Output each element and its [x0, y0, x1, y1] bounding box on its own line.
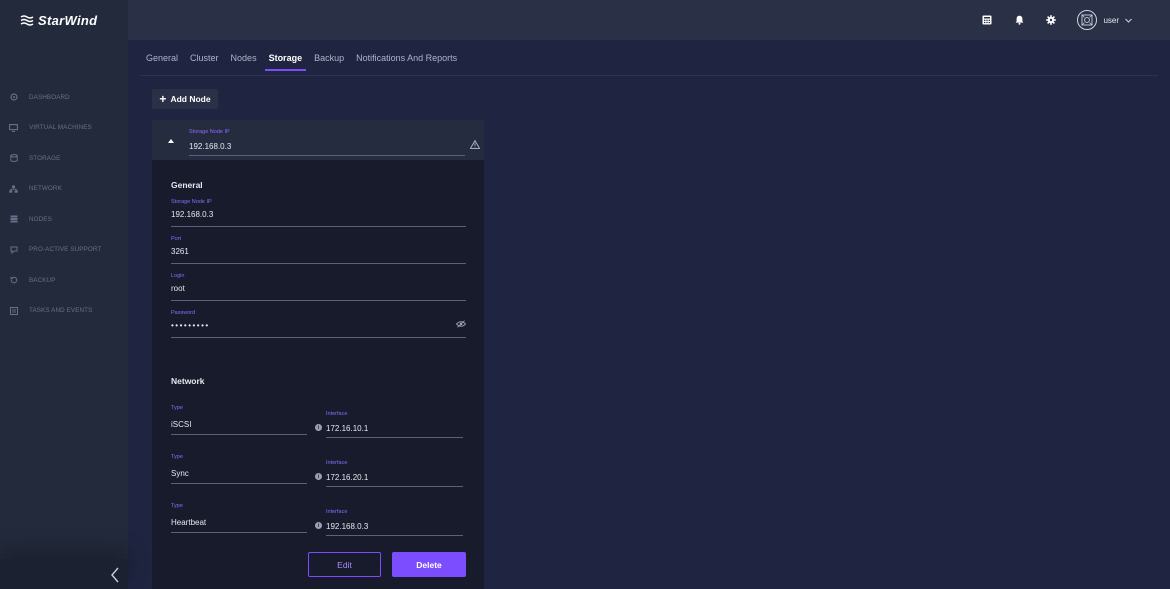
field-label: Password	[171, 310, 196, 316]
field-value: 192.168.0.3	[326, 522, 369, 531]
field-label: Login	[171, 273, 185, 279]
sidebar-item-network[interactable]: NETWORK	[0, 174, 128, 205]
storage-node-ip-field[interactable]: Storage Node IP 192.168.0.3	[171, 199, 466, 227]
field-label: Interface	[326, 509, 348, 515]
port-field[interactable]: Port 3261	[171, 236, 466, 264]
tab-cluster[interactable]: Cluster	[190, 53, 219, 70]
password-field[interactable]: Password •••••••••	[171, 310, 466, 338]
app-name: StarWind	[38, 12, 98, 28]
header-storage-node-ip-field[interactable]: Storage Node IP 192.168.0.3	[189, 129, 465, 156]
field-value: iSCSI	[171, 420, 192, 429]
network-type-field-iscsi[interactable]: Type iSCSI	[171, 405, 307, 435]
sidebar-item-tasks-and-events[interactable]: TASKS AND EVENTS	[0, 296, 128, 327]
info-icon[interactable]: i	[315, 473, 322, 480]
field-label: Type	[171, 405, 183, 411]
avatar	[1077, 10, 1098, 30]
top-bar-actions: user	[981, 0, 1170, 40]
bell-icon[interactable]	[1013, 14, 1025, 26]
sidebar-item-label: NETWORK	[29, 185, 62, 193]
logo-waves-icon	[20, 15, 34, 26]
virtual-machines-icon	[9, 123, 18, 132]
chevron-down-icon	[1125, 18, 1132, 23]
sidebar-item-storage[interactable]: STORAGE	[0, 143, 128, 174]
backup-icon	[9, 276, 18, 285]
field-value: 3261	[171, 247, 189, 256]
sidebar-item-pro-active-support[interactable]: PRO-ACTIVE SUPPORT	[0, 235, 128, 266]
info-icon[interactable]: i	[315, 522, 322, 529]
support-icon	[9, 245, 18, 254]
sidebar-item-label: DASHBOARD	[29, 93, 70, 101]
network-type-field-sync[interactable]: Type Sync	[171, 454, 307, 484]
field-label: Interface	[326, 460, 348, 466]
sidebar-item-label: PRO-ACTIVE SUPPORT	[29, 246, 102, 254]
field-label: Storage Node IP	[171, 199, 212, 205]
top-bar: user	[128, 0, 1170, 40]
storage-node-panel: Storage Node IP 192.168.0.3 General Stor…	[152, 120, 484, 589]
network-section-title: Network	[171, 376, 205, 386]
field-value: 172.16.10.1	[326, 424, 369, 433]
tab-general[interactable]: General	[146, 53, 178, 70]
sidebar-item-label: TASKS AND EVENTS	[29, 307, 93, 315]
warning-icon	[470, 140, 480, 149]
collapse-caret-icon[interactable]	[168, 139, 174, 143]
field-value: 172.16.20.1	[326, 473, 369, 482]
field-value: Heartbeat	[171, 518, 207, 527]
sidebar-item-label: BACKUP	[29, 276, 56, 284]
field-label: Interface	[326, 411, 348, 417]
tab-nodes[interactable]: Nodes	[231, 53, 257, 70]
tab-notifications-and-reports[interactable]: Notifications And Reports	[356, 53, 457, 70]
login-field[interactable]: Login root	[171, 273, 466, 301]
storage-icon	[9, 154, 18, 163]
user-name: user	[1103, 15, 1119, 25]
sidebar-item-label: VIRTUAL MACHINES	[29, 124, 92, 132]
field-value: 192.168.0.3	[171, 210, 214, 219]
add-node-label: Add Node	[170, 94, 211, 104]
network-interface-field-sync[interactable]: Interface 172.16.20.1	[326, 460, 463, 487]
info-icon[interactable]: i	[315, 424, 322, 431]
sidebar-item-nodes[interactable]: NODES	[0, 204, 128, 235]
delete-button[interactable]: Delete	[392, 552, 466, 577]
field-value: Sync	[171, 469, 189, 478]
field-label: Type	[171, 503, 183, 509]
general-section-title: General	[171, 180, 203, 190]
sidebar-item-label: NODES	[29, 215, 52, 223]
plus-icon: +	[159, 92, 167, 106]
storage-node-header: Storage Node IP 192.168.0.3	[152, 120, 484, 160]
gear-icon[interactable]	[1045, 14, 1057, 26]
sidebar-item-virtual-machines[interactable]: VIRTUAL MACHINES	[0, 113, 128, 144]
starwind-logo[interactable]: StarWind	[0, 0, 128, 40]
chevron-left-icon[interactable]	[109, 567, 121, 583]
eye-off-icon[interactable]	[456, 320, 466, 328]
network-interface-field-heartbeat[interactable]: Interface 192.168.0.3	[326, 509, 463, 536]
sidebar-footer	[0, 559, 128, 589]
field-label: Port	[171, 236, 182, 242]
sidebar: StarWind DASHBOARD VIRTUAL MACHINES STOR…	[0, 0, 128, 589]
add-node-button[interactable]: + Add Node	[152, 89, 218, 109]
sidebar-nav: DASHBOARD VIRTUAL MACHINES STORAGE NETWO…	[0, 82, 128, 326]
nodes-icon	[9, 215, 18, 224]
tab-backup[interactable]: Backup	[314, 53, 344, 70]
sidebar-item-label: STORAGE	[29, 154, 61, 162]
settings-tabs: General Cluster Nodes Storage Backup Not…	[146, 53, 469, 71]
field-value: •••••••••	[171, 321, 210, 330]
field-value: root	[171, 284, 185, 293]
dashboard-icon	[9, 93, 18, 102]
field-label: Type	[171, 454, 183, 460]
network-icon	[9, 184, 18, 193]
tabs-divider	[140, 75, 1158, 76]
network-type-field-heartbeat[interactable]: Type Heartbeat	[171, 503, 307, 533]
edit-button[interactable]: Edit	[308, 552, 381, 577]
field-label: Storage Node IP	[189, 129, 230, 135]
sidebar-item-dashboard[interactable]: DASHBOARD	[0, 82, 128, 113]
sidebar-item-backup[interactable]: BACKUP	[0, 265, 128, 296]
tab-storage[interactable]: Storage	[264, 53, 306, 71]
calculator-icon[interactable]	[981, 14, 993, 26]
network-interface-field-iscsi[interactable]: Interface 172.16.10.1	[326, 411, 463, 438]
tasks-icon	[9, 306, 18, 315]
user-menu[interactable]: user	[1077, 10, 1132, 30]
field-value: 192.168.0.3	[189, 142, 232, 151]
